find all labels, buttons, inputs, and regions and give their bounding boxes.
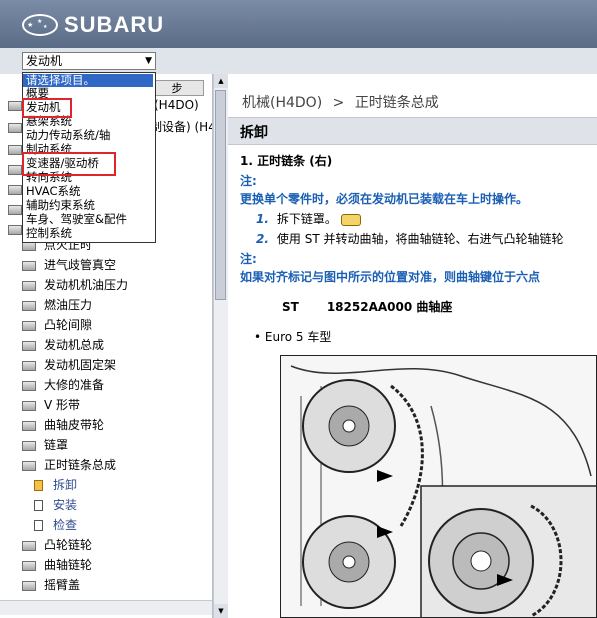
tree-item-installation[interactable]: 安装 bbox=[34, 496, 77, 515]
section-header: 拆卸 bbox=[228, 117, 597, 145]
brand-name: SUBARU bbox=[64, 12, 165, 37]
folder-icon bbox=[8, 164, 22, 175]
highlight-transmission bbox=[22, 152, 116, 176]
folder-icon bbox=[22, 280, 36, 291]
breadcrumb-mechanical[interactable]: 机械(H4DO) bbox=[242, 95, 322, 111]
procedure-heading: 1. 正时链条 (右) bbox=[240, 154, 333, 168]
folder-open-icon bbox=[22, 460, 36, 471]
note-label: 注: bbox=[240, 174, 257, 188]
folder-icon bbox=[8, 204, 22, 215]
content-pane: 机械(H4DO) > 正时链条总成 拆卸 1. 正时链条 (右) 注: 更换单个… bbox=[228, 74, 597, 618]
folder-icon bbox=[22, 440, 36, 451]
tree-vertical-scrollbar[interactable]: ▲ ▼ bbox=[213, 74, 228, 618]
tree-item-removal[interactable]: 拆卸 bbox=[34, 476, 77, 495]
model-note: • Euro 5 车型 bbox=[254, 330, 332, 344]
dropdown-item-control[interactable]: 控制系统 bbox=[23, 227, 153, 240]
tree-item-rocker-cover[interactable]: 摇臂盖 bbox=[22, 576, 80, 595]
tree-item-timing-chain[interactable]: 正时链条总成 bbox=[22, 456, 116, 475]
subaru-logo: ★ ★ ★ SUBARU bbox=[22, 12, 164, 38]
folder-icon bbox=[8, 184, 22, 195]
folder-icon bbox=[22, 420, 36, 431]
folder-icon bbox=[8, 144, 22, 155]
timing-chain-diagram bbox=[280, 355, 597, 618]
tree-item-crank-pulley[interactable]: 曲轴皮带轮 bbox=[22, 416, 104, 435]
section-title: 拆卸 bbox=[240, 125, 268, 141]
folder-icon bbox=[22, 360, 36, 371]
dropdown-item-restraint[interactable]: 辅助约束系统 bbox=[23, 199, 153, 212]
step-2: 2. 使用 ST 并转动曲轴，将曲轴链轮、右进气凸轮轴链轮 bbox=[256, 232, 564, 246]
step-1: 1. 拆下链罩。 bbox=[256, 210, 361, 227]
folder-icon bbox=[8, 100, 22, 111]
dropdown-item-driveline[interactable]: 动力传动系统/轴 bbox=[23, 129, 153, 142]
link-icon[interactable] bbox=[340, 213, 361, 226]
app-header: ★ ★ ★ SUBARU bbox=[0, 0, 597, 48]
tree-item-engine-mount[interactable]: 发动机固定架 bbox=[22, 356, 116, 375]
category-select-value: 发动机 bbox=[26, 54, 63, 68]
tree-item-v-belt[interactable]: V 形带 bbox=[22, 396, 80, 415]
folder-icon bbox=[8, 122, 22, 133]
folder-icon bbox=[22, 300, 36, 311]
tree-item-valve-clearance[interactable]: 凸轮间隙 bbox=[22, 316, 92, 335]
tree-horizontal-scrollbar[interactable] bbox=[0, 600, 212, 615]
tree-item-chain-cover[interactable]: 链罩 bbox=[22, 436, 68, 455]
folder-icon bbox=[22, 260, 36, 271]
dropdown-item-body[interactable]: 车身、驾驶室&配件 bbox=[23, 213, 153, 226]
document-icon bbox=[34, 500, 43, 511]
category-select[interactable]: 发动机 ▼ bbox=[22, 52, 156, 70]
folder-icon bbox=[22, 580, 36, 591]
folder-icon bbox=[22, 340, 36, 351]
document-icon bbox=[34, 520, 43, 531]
tree-item-inspection[interactable]: 检查 bbox=[34, 516, 77, 535]
folder-icon bbox=[8, 224, 22, 235]
folder-icon bbox=[22, 560, 36, 571]
chevron-down-icon[interactable]: ▼ bbox=[145, 53, 152, 69]
tree-item-oil-pressure[interactable]: 发动机机油压力 bbox=[22, 276, 128, 295]
breadcrumb-current: 正时链条总成 bbox=[354, 95, 439, 111]
highlight-engine bbox=[22, 98, 72, 118]
tree-item-intake-vacuum[interactable]: 进气歧管真空 bbox=[22, 256, 116, 275]
dropdown-item-hvac[interactable]: HVAC系统 bbox=[23, 185, 153, 198]
note-text: 更换单个零件时，必须在发动机已装载在车上时操作。 bbox=[240, 192, 529, 206]
scroll-up-icon[interactable]: ▲ bbox=[214, 74, 228, 88]
tree-item-cam-sprocket[interactable]: 凸轮链轮 bbox=[22, 536, 92, 555]
scroll-down-icon[interactable]: ▼ bbox=[214, 604, 228, 618]
note-label: 注: bbox=[240, 252, 257, 266]
note-text-2: 如果对齐标记与图中所示的位置对准，则曲轴键位于六点 bbox=[240, 270, 541, 284]
folder-icon bbox=[22, 540, 36, 551]
folder-icon bbox=[22, 320, 36, 331]
sync-button[interactable]: 步 bbox=[150, 80, 204, 96]
document-icon bbox=[34, 480, 43, 491]
tree-item-crank-sprocket[interactable]: 曲轴链轮 bbox=[22, 556, 92, 575]
engine-drawing bbox=[290, 365, 596, 617]
subaru-stars-icon: ★ ★ ★ bbox=[22, 14, 58, 36]
tree-item-engine-assembly[interactable]: 发动机总成 bbox=[22, 336, 104, 355]
tree-item-overhaul-prep[interactable]: 大修的准备 bbox=[22, 376, 104, 395]
folder-icon bbox=[22, 380, 36, 391]
breadcrumb: 机械(H4DO) > 正时链条总成 bbox=[242, 92, 439, 112]
bullet-icon: • bbox=[254, 330, 262, 344]
folder-icon bbox=[22, 400, 36, 411]
scroll-thumb[interactable] bbox=[215, 90, 226, 300]
special-tool: ST 18252AA000 曲轴座 bbox=[282, 300, 453, 314]
tree-item-fuel-pressure[interactable]: 燃油压力 bbox=[22, 296, 92, 315]
breadcrumb-separator: > bbox=[332, 95, 345, 111]
